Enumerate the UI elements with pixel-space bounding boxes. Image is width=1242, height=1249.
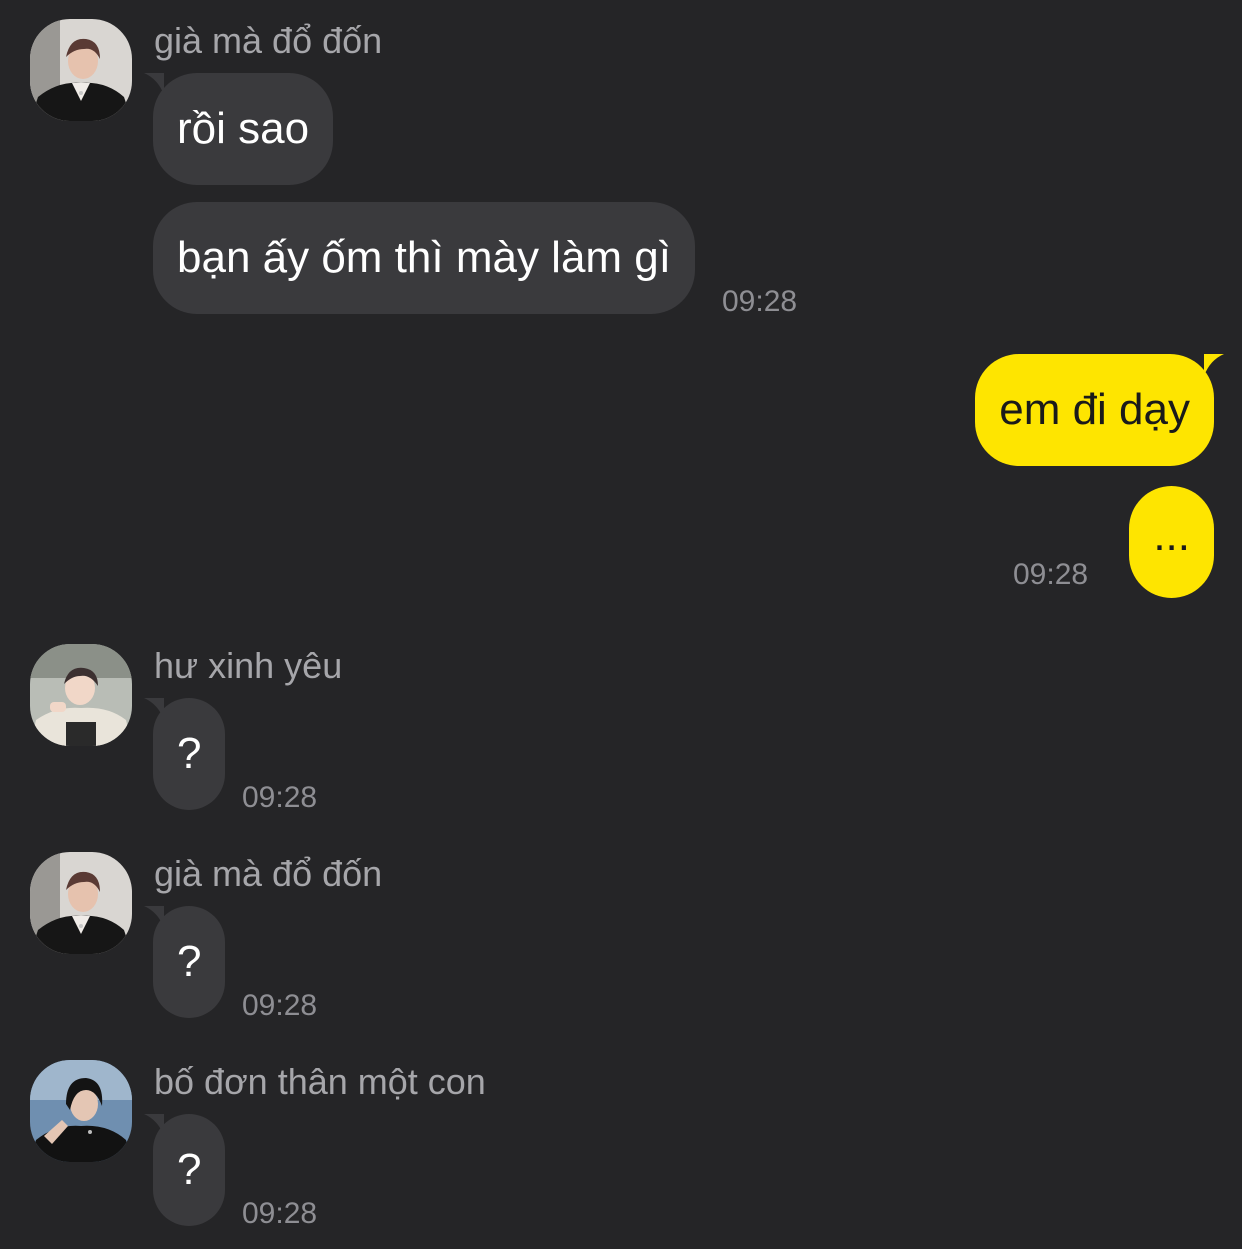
message-bubble[interactable]: ? [144, 698, 226, 810]
profile-photo-icon [30, 644, 132, 746]
message-text: ? [177, 937, 202, 986]
sender-name: già mà đổ đốn [154, 20, 383, 61]
message-time: 09:28 [722, 285, 798, 318]
message-bubble-outgoing[interactable]: ... [1129, 486, 1214, 598]
message-time: 09:28 [242, 1197, 318, 1230]
message-time: 09:28 [242, 781, 318, 814]
profile-photo-icon [30, 852, 132, 954]
avatar[interactable] [30, 19, 132, 121]
avatar[interactable] [30, 644, 132, 746]
message-text: ? [177, 1145, 202, 1194]
bubble-tail-icon [144, 698, 164, 720]
message-text: bạn ấy ốm thì mày làm gì [177, 233, 671, 282]
profile-photo-icon [30, 1060, 132, 1162]
message-text: em đi dạy [999, 385, 1190, 434]
sender-name: già mà đổ đốn [154, 853, 383, 894]
bubble-tail-icon [144, 73, 164, 95]
sender-name: hư xinh yêu [154, 645, 343, 686]
bubble-tail-icon [144, 906, 164, 928]
message-bubble[interactable]: rồi sao [144, 73, 334, 185]
message-bubble-outgoing[interactable]: em đi dạy [975, 354, 1224, 466]
message-bubble[interactable]: ? [144, 906, 226, 1018]
message-text: ... [1153, 511, 1190, 560]
message-time: 09:28 [1013, 558, 1089, 591]
message-text: rồi sao [177, 104, 310, 153]
bubble-tail-icon [1204, 354, 1224, 376]
avatar[interactable] [30, 852, 132, 954]
message-bubble[interactable]: ? [144, 1114, 226, 1226]
profile-photo-icon [30, 19, 132, 121]
message-bubble[interactable]: bạn ấy ốm thì mày làm gì [153, 202, 695, 314]
chat-thread: già mà đổ đốn rồi sao bạn ấy ốm thì mày … [0, 0, 1242, 1249]
sender-name: bố đơn thân một con [154, 1061, 486, 1102]
message-time: 09:28 [242, 989, 318, 1022]
bubble-tail-icon [144, 1114, 164, 1136]
avatar[interactable] [30, 1060, 132, 1162]
message-text: ? [177, 729, 202, 778]
